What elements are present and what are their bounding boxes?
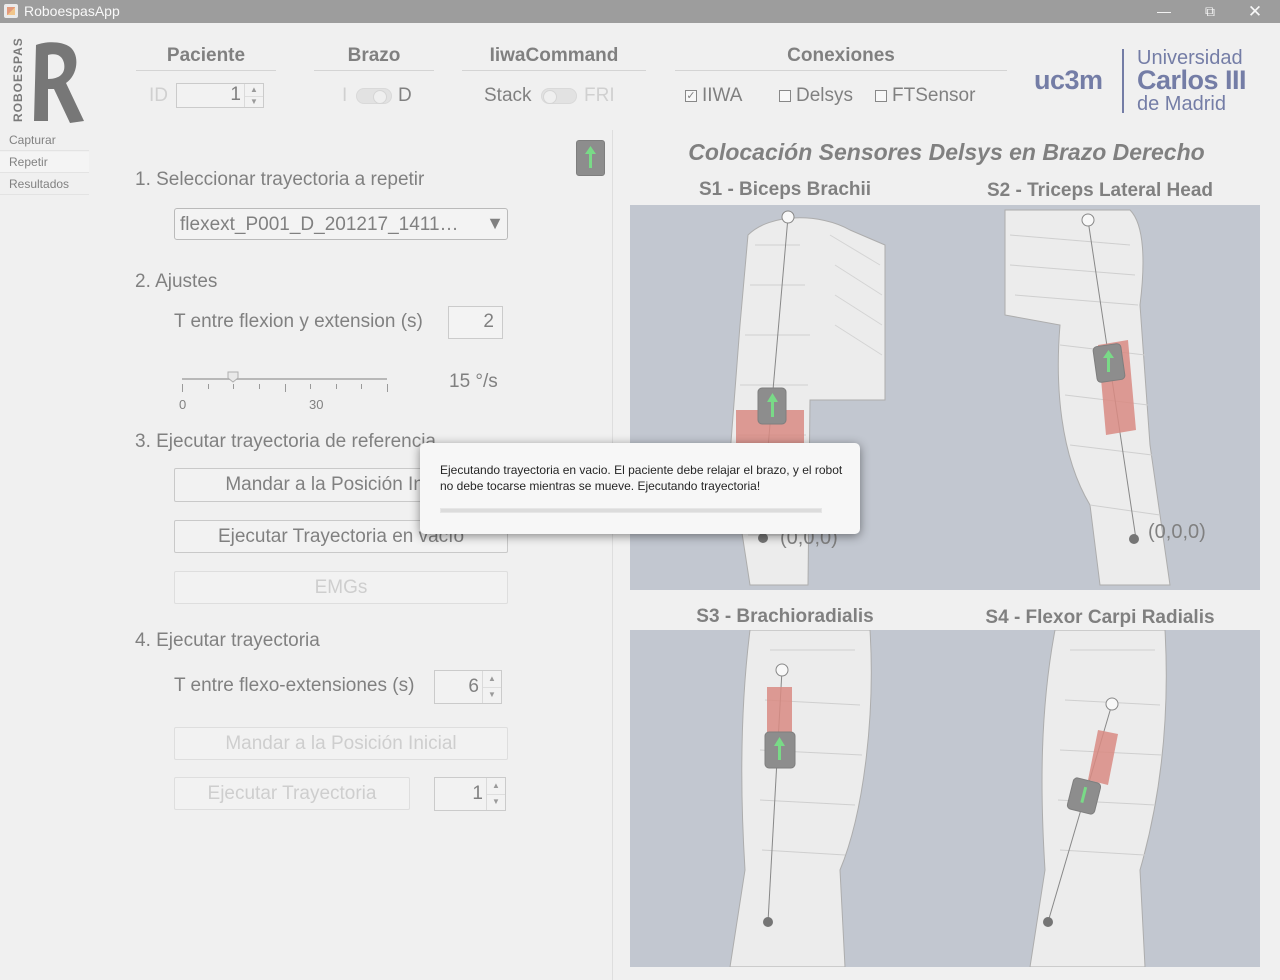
progress-dialog-message: Ejecutando trayectoria en vacio. El paci… [440, 463, 843, 493]
progress-bar [440, 508, 822, 513]
progress-dialog: Ejecutando trayectoria en vacio. El paci… [420, 443, 860, 534]
